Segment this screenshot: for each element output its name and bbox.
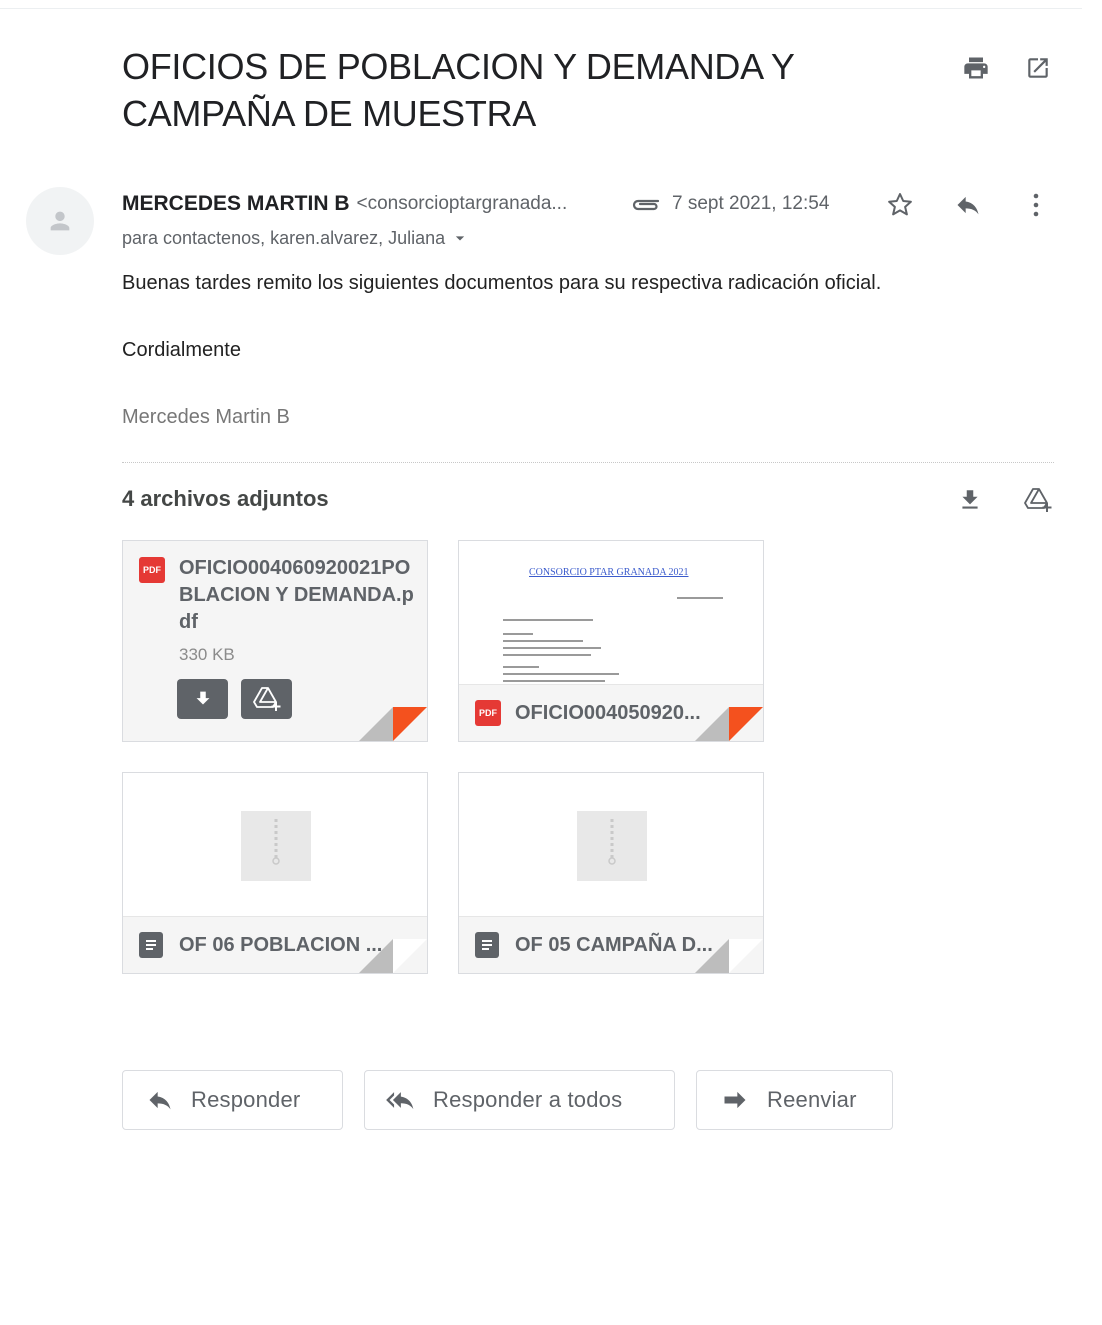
message-date: 7 sept 2021, 12:54	[672, 193, 830, 214]
download-icon	[196, 691, 209, 705]
attachments-divider	[122, 462, 1054, 463]
reply-all-icon	[386, 1092, 414, 1110]
reply-all-label: Responder a todos	[433, 1087, 623, 1112]
sender-line: MERCEDES MARTIN B <consorcioptargranada.…	[122, 190, 567, 218]
save-to-drive-icon[interactable]	[1018, 482, 1058, 518]
sender-email[interactable]: <consorcioptargranada...	[357, 193, 568, 215]
forward-icon	[724, 1091, 746, 1109]
file-type-corner	[695, 707, 763, 741]
file-type-corner	[359, 707, 427, 741]
save-to-drive-button[interactable]	[241, 679, 292, 719]
forward-label: Reenviar	[767, 1087, 857, 1112]
attachment-name: OF 05 CAMPAÑA D...	[515, 933, 713, 956]
file-type-corner	[359, 939, 427, 973]
more-options-icon[interactable]	[1018, 187, 1054, 223]
zip-file-icon	[577, 811, 647, 881]
zip-file-icon	[241, 811, 311, 881]
top-divider	[0, 8, 1082, 9]
attachment-name: OF 06 POBLACION ...	[179, 933, 383, 956]
pdf-icon: PDF	[139, 557, 165, 583]
signature: Mercedes Martin B	[122, 406, 290, 428]
body-line: Buenas tardes remito los siguientes docu…	[122, 272, 882, 294]
chevron-down-icon[interactable]	[449, 228, 471, 248]
sender-name[interactable]: MERCEDES MARTIN B	[122, 192, 350, 216]
print-icon[interactable]	[956, 50, 996, 86]
download-attachment-button[interactable]	[177, 679, 228, 719]
download-all-icon[interactable]	[952, 482, 988, 518]
date-area: 7 sept 2021, 12:54	[628, 190, 829, 218]
email-subject: OFICIOS DE POBLACION Y DEMANDA Y CAMPAÑA…	[122, 46, 794, 134]
attachment-card[interactable]: CONSORCIO PTAR GRANADA 2021 PDF OFICIO00…	[458, 540, 764, 742]
reply-icon[interactable]	[948, 187, 988, 223]
attachment-preview: CONSORCIO PTAR GRANADA 2021	[459, 541, 763, 688]
sender-avatar[interactable]	[26, 187, 94, 255]
attachment-size: 330 KB	[179, 645, 235, 664]
file-type-corner	[695, 939, 763, 973]
reply-label: Responder	[191, 1087, 301, 1112]
person-icon	[50, 211, 70, 231]
reply-all-button[interactable]: Responder a todos	[364, 1070, 675, 1130]
document-icon	[139, 932, 163, 958]
pdf-icon: PDF	[475, 700, 501, 726]
drive-add-icon	[252, 687, 280, 711]
attachment-name: OFICIO004060920021POBLACION Y DEMANDA.pd…	[179, 557, 414, 633]
preview-heading: CONSORCIO PTAR GRANADA 2021	[529, 567, 689, 578]
reply-button[interactable]: Responder	[122, 1070, 343, 1130]
paperclip-icon	[632, 199, 660, 211]
recipients-text: para contactenos, karen.alvarez, Juliana	[122, 227, 446, 248]
forward-button[interactable]: Reenviar	[696, 1070, 893, 1130]
attachment-card[interactable]: OF 05 CAMPAÑA D...	[458, 772, 764, 974]
attachment-card[interactable]: PDF OFICIO004060920021POBLACION Y DEMAND…	[122, 540, 428, 742]
document-icon	[475, 932, 499, 958]
star-icon[interactable]	[880, 187, 920, 223]
open-in-new-window-icon[interactable]	[1020, 50, 1056, 86]
attachment-name: OFICIO004050920...	[515, 701, 701, 724]
attachment-card[interactable]: OF 06 POBLACION ...	[122, 772, 428, 974]
reply-icon	[149, 1091, 171, 1110]
attachments-title: 4 archivos adjuntos	[122, 486, 329, 511]
recipients-line[interactable]: para contactenos, karen.alvarez, Juliana	[122, 226, 471, 250]
body-line: Cordialmente	[122, 339, 241, 361]
